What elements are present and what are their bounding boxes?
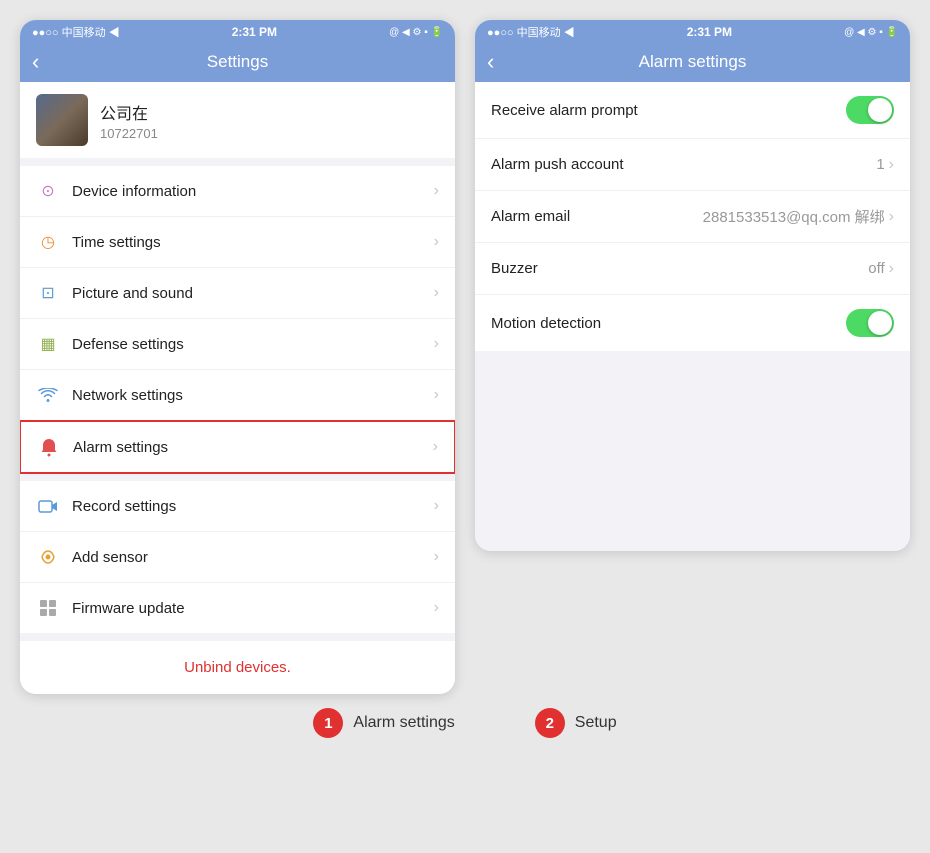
- menu-label-picture-sound: Picture and sound: [72, 285, 434, 302]
- menu-label-add-sensor: Add sensor: [72, 549, 434, 566]
- device-info-text: 公司在 10722701: [100, 100, 158, 141]
- setting-buzzer[interactable]: Buzzer off ›: [475, 243, 910, 295]
- menu-item-record-settings[interactable]: Record settings ›: [20, 481, 455, 532]
- menu-label-time-settings: Time settings: [72, 234, 434, 251]
- menu-item-add-sensor[interactable]: Add sensor ›: [20, 532, 455, 583]
- menu-label-defense-settings: Defense settings: [72, 336, 434, 353]
- nav-title-2: Alarm settings: [639, 52, 747, 72]
- motion-detection-label: Motion detection: [491, 315, 846, 332]
- back-button-1[interactable]: ‹: [32, 51, 39, 73]
- step-1-text: Alarm settings: [353, 714, 454, 732]
- device-thumb-img: [36, 94, 88, 146]
- chevron-firmware-update: ›: [434, 599, 439, 617]
- menu-item-defense-settings[interactable]: ▦ Defense settings ›: [20, 319, 455, 370]
- menu-item-time-settings[interactable]: ◷ Time settings ›: [20, 217, 455, 268]
- bottom-label-2: 2 Setup: [535, 708, 617, 738]
- gray-background: [475, 351, 910, 551]
- setting-motion-detection[interactable]: Motion detection: [475, 295, 910, 351]
- alarm-email-value: 2881533513@qq.com 解绑: [703, 206, 885, 227]
- status-left-1: ●●○○ 中国移动 ◀: [32, 24, 120, 40]
- buzzer-value: off: [868, 260, 884, 277]
- chevron-picture-sound: ›: [434, 284, 439, 302]
- nav-title-1: Settings: [207, 52, 268, 72]
- chevron-alarm-push: ›: [889, 156, 894, 174]
- step-1-circle: 1: [313, 708, 343, 738]
- motion-detection-toggle[interactable]: [846, 309, 894, 337]
- wifi-icon: [36, 383, 60, 407]
- setting-receive-alarm[interactable]: Receive alarm prompt: [475, 82, 910, 139]
- menu-label-network-settings: Network settings: [72, 387, 434, 404]
- camera-icon: ⊡: [36, 281, 60, 305]
- alarm-push-value: 1: [876, 156, 884, 173]
- menu-section: ⊙ Device information › ◷ Time settings ›…: [20, 166, 455, 474]
- nav-bar-2: ‹ Alarm settings: [475, 44, 910, 82]
- nav-bar-1: ‹ Settings: [20, 44, 455, 82]
- status-right-1: @ ◀ ⚙ ▪ 🔋: [389, 27, 443, 38]
- unbind-text[interactable]: Unbind devices.: [184, 659, 291, 676]
- chevron-network-settings: ›: [434, 386, 439, 404]
- menu-section-2: Record settings › Add sensor ›: [20, 481, 455, 633]
- setting-alarm-email[interactable]: Alarm email 2881533513@qq.com 解绑 ›: [475, 191, 910, 243]
- step-2-text: Setup: [575, 714, 617, 732]
- status-left-2: ●●○○ 中国移动 ◀: [487, 24, 575, 40]
- status-right-2: @ ◀ ⚙ ▪ 🔋: [844, 27, 898, 38]
- toggle-knob-motion: [868, 311, 892, 335]
- bottom-label-1: 1 Alarm settings: [313, 708, 454, 738]
- device-thumbnail: [36, 94, 88, 146]
- menu-item-network-settings[interactable]: Network settings ›: [20, 370, 455, 421]
- receive-alarm-label: Receive alarm prompt: [491, 102, 846, 119]
- alarm-push-label: Alarm push account: [491, 156, 876, 173]
- chevron-add-sensor: ›: [434, 548, 439, 566]
- status-center-1: 2:31 PM: [232, 25, 277, 39]
- chevron-device-info: ›: [434, 182, 439, 200]
- alarm-email-label: Alarm email: [491, 208, 703, 225]
- status-bar-2: ●●○○ 中国移动 ◀ 2:31 PM @ ◀ ⚙ ▪ 🔋: [475, 20, 910, 44]
- buzzer-label: Buzzer: [491, 260, 868, 277]
- status-bar-1: ●●○○ 中国移动 ◀ 2:31 PM @ ◀ ⚙ ▪ 🔋: [20, 20, 455, 44]
- bottom-labels: 1 Alarm settings 2 Setup: [20, 708, 910, 738]
- time-icon: ◷: [36, 230, 60, 254]
- setting-alarm-push[interactable]: Alarm push account 1 ›: [475, 139, 910, 191]
- menu-label-record-settings: Record settings: [72, 498, 434, 515]
- chevron-alarm-email: ›: [889, 208, 894, 226]
- menu-item-firmware-update[interactable]: Firmware update ›: [20, 583, 455, 633]
- menu-item-device-info[interactable]: ⊙ Device information ›: [20, 166, 455, 217]
- chevron-alarm-settings: ›: [433, 438, 438, 456]
- phone-1: ●●○○ 中国移动 ◀ 2:31 PM @ ◀ ⚙ ▪ 🔋 ‹ Settings…: [20, 20, 455, 694]
- menu-label-device-info: Device information: [72, 183, 434, 200]
- alarm-icon: [37, 435, 61, 459]
- unbind-section[interactable]: Unbind devices.: [20, 641, 455, 694]
- menu-label-alarm-settings: Alarm settings: [73, 439, 433, 456]
- phone-2: ●●○○ 中国移动 ◀ 2:31 PM @ ◀ ⚙ ▪ 🔋 ‹ Alarm se…: [475, 20, 910, 551]
- chevron-time-settings: ›: [434, 233, 439, 251]
- menu-item-alarm-settings[interactable]: Alarm settings ›: [20, 420, 455, 474]
- menu-label-firmware-update: Firmware update: [72, 600, 434, 617]
- device-profile: 公司在 10722701: [20, 82, 455, 158]
- menu-item-picture-sound[interactable]: ⊡ Picture and sound ›: [20, 268, 455, 319]
- shield-icon: ▦: [36, 332, 60, 356]
- sensor-icon: [36, 545, 60, 569]
- status-center-2: 2:31 PM: [687, 25, 732, 39]
- device-id: 10722701: [100, 126, 158, 141]
- chevron-record-settings: ›: [434, 497, 439, 515]
- settings-content: 公司在 10722701 ⊙ Device information › ◷ Ti…: [20, 82, 455, 694]
- firmware-icon: [36, 596, 60, 620]
- chevron-buzzer: ›: [889, 260, 894, 278]
- back-button-2[interactable]: ‹: [487, 51, 494, 73]
- step-2-circle: 2: [535, 708, 565, 738]
- device-icon: ⊙: [36, 179, 60, 203]
- device-name: 公司在: [100, 100, 158, 124]
- alarm-settings-content: Receive alarm prompt Alarm push account …: [475, 82, 910, 551]
- alarm-settings-list: Receive alarm prompt Alarm push account …: [475, 82, 910, 351]
- toggle-knob-receive: [868, 98, 892, 122]
- chevron-defense-settings: ›: [434, 335, 439, 353]
- record-icon: [36, 494, 60, 518]
- receive-alarm-toggle[interactable]: [846, 96, 894, 124]
